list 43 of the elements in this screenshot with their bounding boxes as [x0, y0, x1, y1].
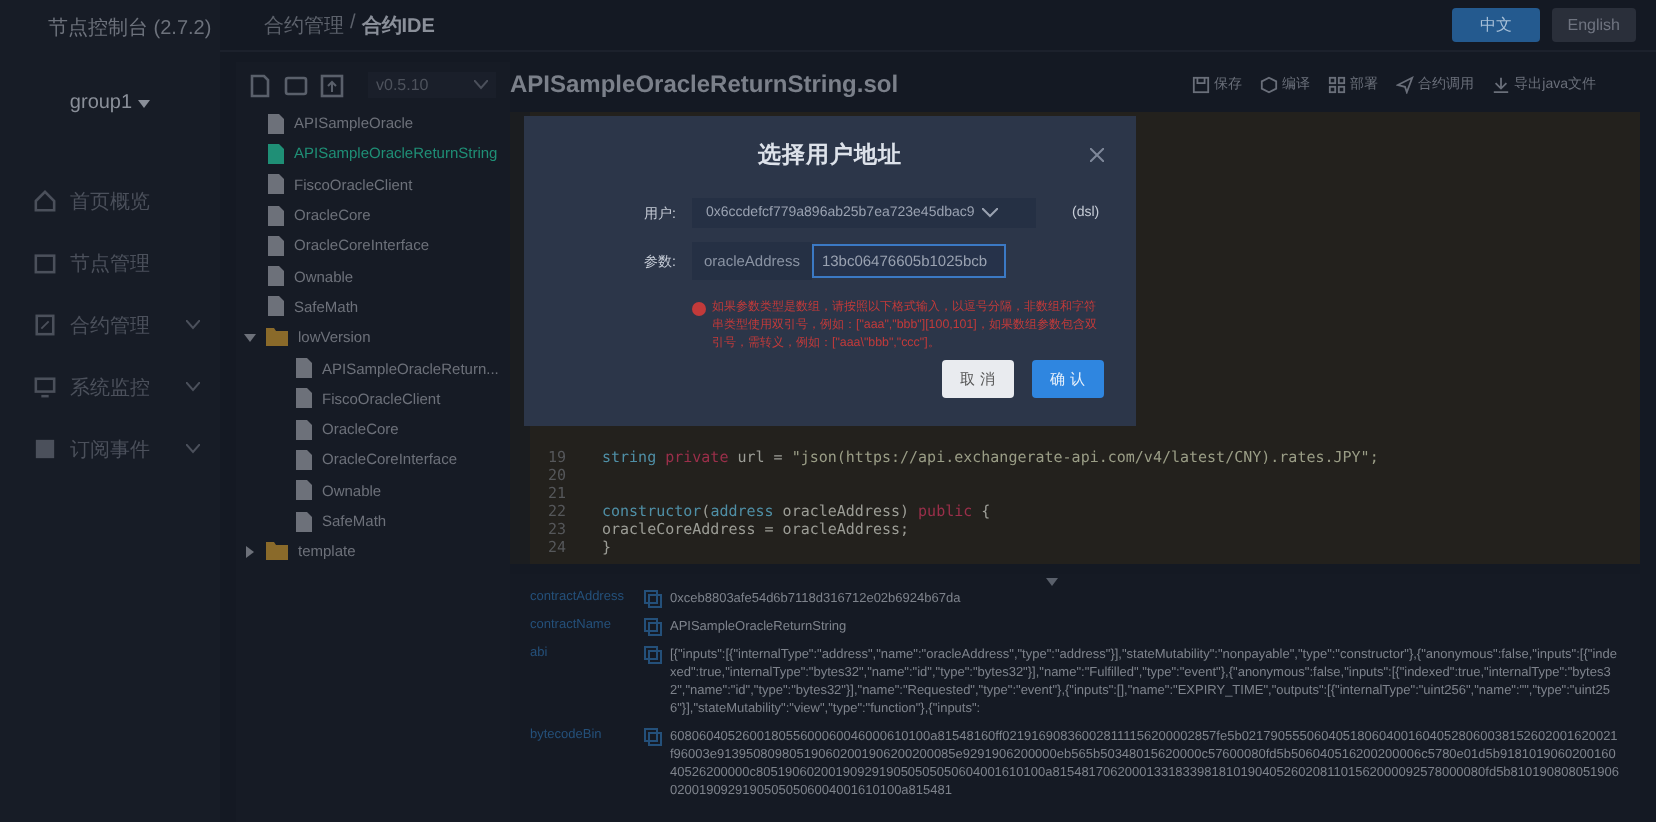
- close-icon[interactable]: [1090, 148, 1104, 162]
- breadcrumb-current: 合约IDE: [361, 13, 435, 39]
- cube-icon: [1260, 75, 1279, 93]
- home-icon: [34, 190, 56, 212]
- screen-icon: [34, 376, 56, 398]
- caret-icon[interactable]: [1046, 578, 1058, 586]
- upload-icon[interactable]: [320, 73, 344, 97]
- file-icon: [296, 511, 312, 531]
- chevron-icon: [474, 80, 488, 90]
- language-button[interactable]: English: [1551, 8, 1636, 42]
- dialog-title: 选择用户地址: [758, 140, 902, 172]
- grid-icon: [1328, 75, 1347, 93]
- file-icon: [268, 174, 284, 195]
- file-icon: [296, 419, 312, 440]
- file-icon: [268, 113, 284, 134]
- file-icon: [296, 480, 312, 501]
- file-icon: [268, 143, 284, 164]
- language-button[interactable]: 中文: [1451, 8, 1540, 42]
- new-file-icon[interactable]: [248, 73, 272, 97]
- folder-icon: [266, 328, 288, 347]
- caret-icon: [244, 545, 256, 558]
- send-icon: [1396, 75, 1415, 93]
- copy-icon[interactable]: [644, 728, 662, 746]
- error-icon: [692, 302, 706, 316]
- group-selector[interactable]: group1: [69, 92, 151, 114]
- breadcrumb-separator: /: [350, 11, 356, 37]
- save-icon: [1192, 75, 1211, 93]
- breadcrumb-link[interactable]: 合约管理: [264, 11, 344, 39]
- file-icon: [268, 266, 284, 287]
- file-icon: [268, 296, 284, 317]
- file-title: APISampleOracleReturnString.sol: [510, 70, 899, 98]
- app-title: 节点控制台 (2.7.2): [48, 15, 212, 42]
- caret-icon: [138, 99, 151, 107]
- file-icon: [296, 449, 312, 470]
- caret-icon: [244, 331, 256, 344]
- chevron-icon: [982, 208, 999, 218]
- folder-icon: [266, 542, 288, 561]
- document-icon: [34, 314, 56, 336]
- file-icon: [296, 358, 312, 379]
- file-icon: [268, 205, 284, 226]
- file-icon: [296, 388, 312, 409]
- download-icon: [1492, 75, 1511, 93]
- file-icon: [268, 235, 284, 256]
